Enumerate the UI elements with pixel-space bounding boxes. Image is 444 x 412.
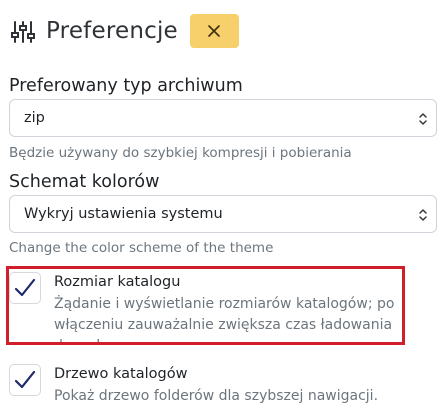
dir-size-checkbox[interactable]	[9, 272, 41, 304]
dir-size-title: Rozmiar katalogu	[54, 274, 181, 290]
dir-tree-setting: Drzewo katalogów Pokaż drzewo folderów d…	[9, 364, 439, 408]
dir-size-setting: Rozmiar katalogu Żądanie i wyświetlanie …	[9, 272, 439, 345]
dir-tree-desc: Pokaż drzewo folderów dla szybszej nawig…	[54, 388, 379, 404]
checkmark-icon	[14, 370, 36, 389]
dir-tree-checkbox[interactable]	[9, 364, 41, 396]
dir-tree-title: Drzewo katalogów	[54, 366, 188, 382]
dir-size-desc: Żądanie i wyświetlanie rozmiarów katalog…	[54, 296, 395, 345]
checkmark-icon	[14, 278, 36, 297]
